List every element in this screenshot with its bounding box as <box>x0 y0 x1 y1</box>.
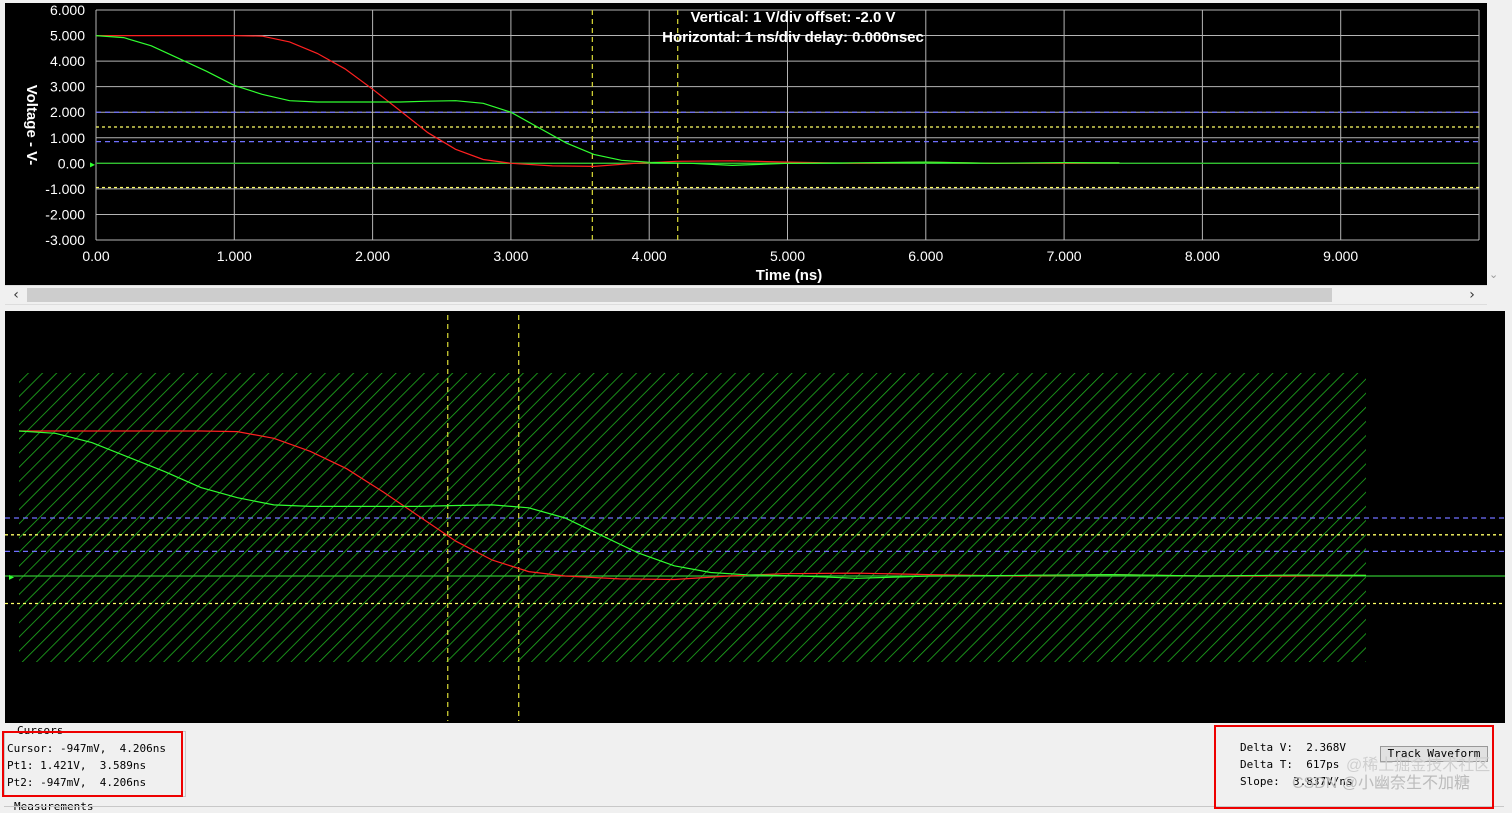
zero-marker-icon: ▸ <box>90 159 95 170</box>
x-tick-label: 6.000 <box>908 248 943 264</box>
waveform-plot[interactable]: ▸ 6.000 5.000 4.000 3.000 2.000 1.000 0.00 -1.0… <box>5 3 1487 285</box>
zoom-detail-view[interactable]: ▸ <box>5 311 1505 723</box>
scrollbar-thumb[interactable] <box>27 288 1332 302</box>
y-tick-label: 1.000 <box>50 130 85 146</box>
x-tick-label: 7.000 <box>1047 248 1082 264</box>
scroll-down-icon[interactable]: ⌄ <box>1489 268 1498 281</box>
waveform-line <box>96 34 1120 168</box>
x-tick-label: 2.000 <box>355 248 390 264</box>
y-tick-label: 0.00 <box>58 155 85 171</box>
watermark-csdn: CSDN @小幽奈生不加糖 <box>1292 775 1471 792</box>
y-tick-label: 6.000 <box>50 3 85 18</box>
x-tick-label: 9.000 <box>1323 248 1358 264</box>
y-axis-label: Voltage - V- <box>23 85 40 166</box>
x-tick-label: 5.000 <box>770 248 805 264</box>
x-tick-label: 0.00 <box>82 248 109 264</box>
header-vertical: Vertical: 1 V/div offset: -2.0 V <box>690 9 895 26</box>
x-tick-label: 1.000 <box>217 248 252 264</box>
x-tick-label: 8.000 <box>1185 248 1220 264</box>
header-horizontal: Horizontal: 1 ns/div delay: 0.000nsec <box>662 29 924 46</box>
y-tick-label: 2.000 <box>50 104 85 120</box>
info-panel: Cursors Cursor: -947mV, 4.206ns Pt1: 1.42… <box>0 725 1512 813</box>
highlight-box-cursors <box>2 731 183 797</box>
x-tick-label: 3.000 <box>493 248 528 264</box>
scroll-left-icon[interactable]: ‹ <box>7 286 25 304</box>
vertical-scrollbar[interactable]: ⌄ <box>1487 3 1503 285</box>
y-tick-label: 4.000 <box>50 53 85 69</box>
y-tick-label: 5.000 <box>50 28 85 44</box>
y-tick-label: -2.000 <box>45 206 85 222</box>
waveform-viewer[interactable]: ▸ 6.000 5.000 4.000 3.000 2.000 1.000 0.00 -1.0… <box>5 3 1487 285</box>
horizontal-scrollbar[interactable]: ‹ › <box>5 285 1487 305</box>
detail-zero-marker-icon: ▸ <box>9 572 14 583</box>
y-tick-label: -1.000 <box>45 181 85 197</box>
scroll-right-icon[interactable]: › <box>1463 286 1481 304</box>
waveform-series <box>95 34 1120 168</box>
x-tick-label: 4.000 <box>632 248 667 264</box>
y-tick-label: -3.000 <box>45 232 85 248</box>
x-axis-label: Time (ns) <box>756 267 822 284</box>
zoom-detail-plot[interactable]: ▸ <box>5 311 1505 723</box>
y-tick-label: 3.000 <box>50 79 85 95</box>
waveform-line <box>95 35 1120 167</box>
